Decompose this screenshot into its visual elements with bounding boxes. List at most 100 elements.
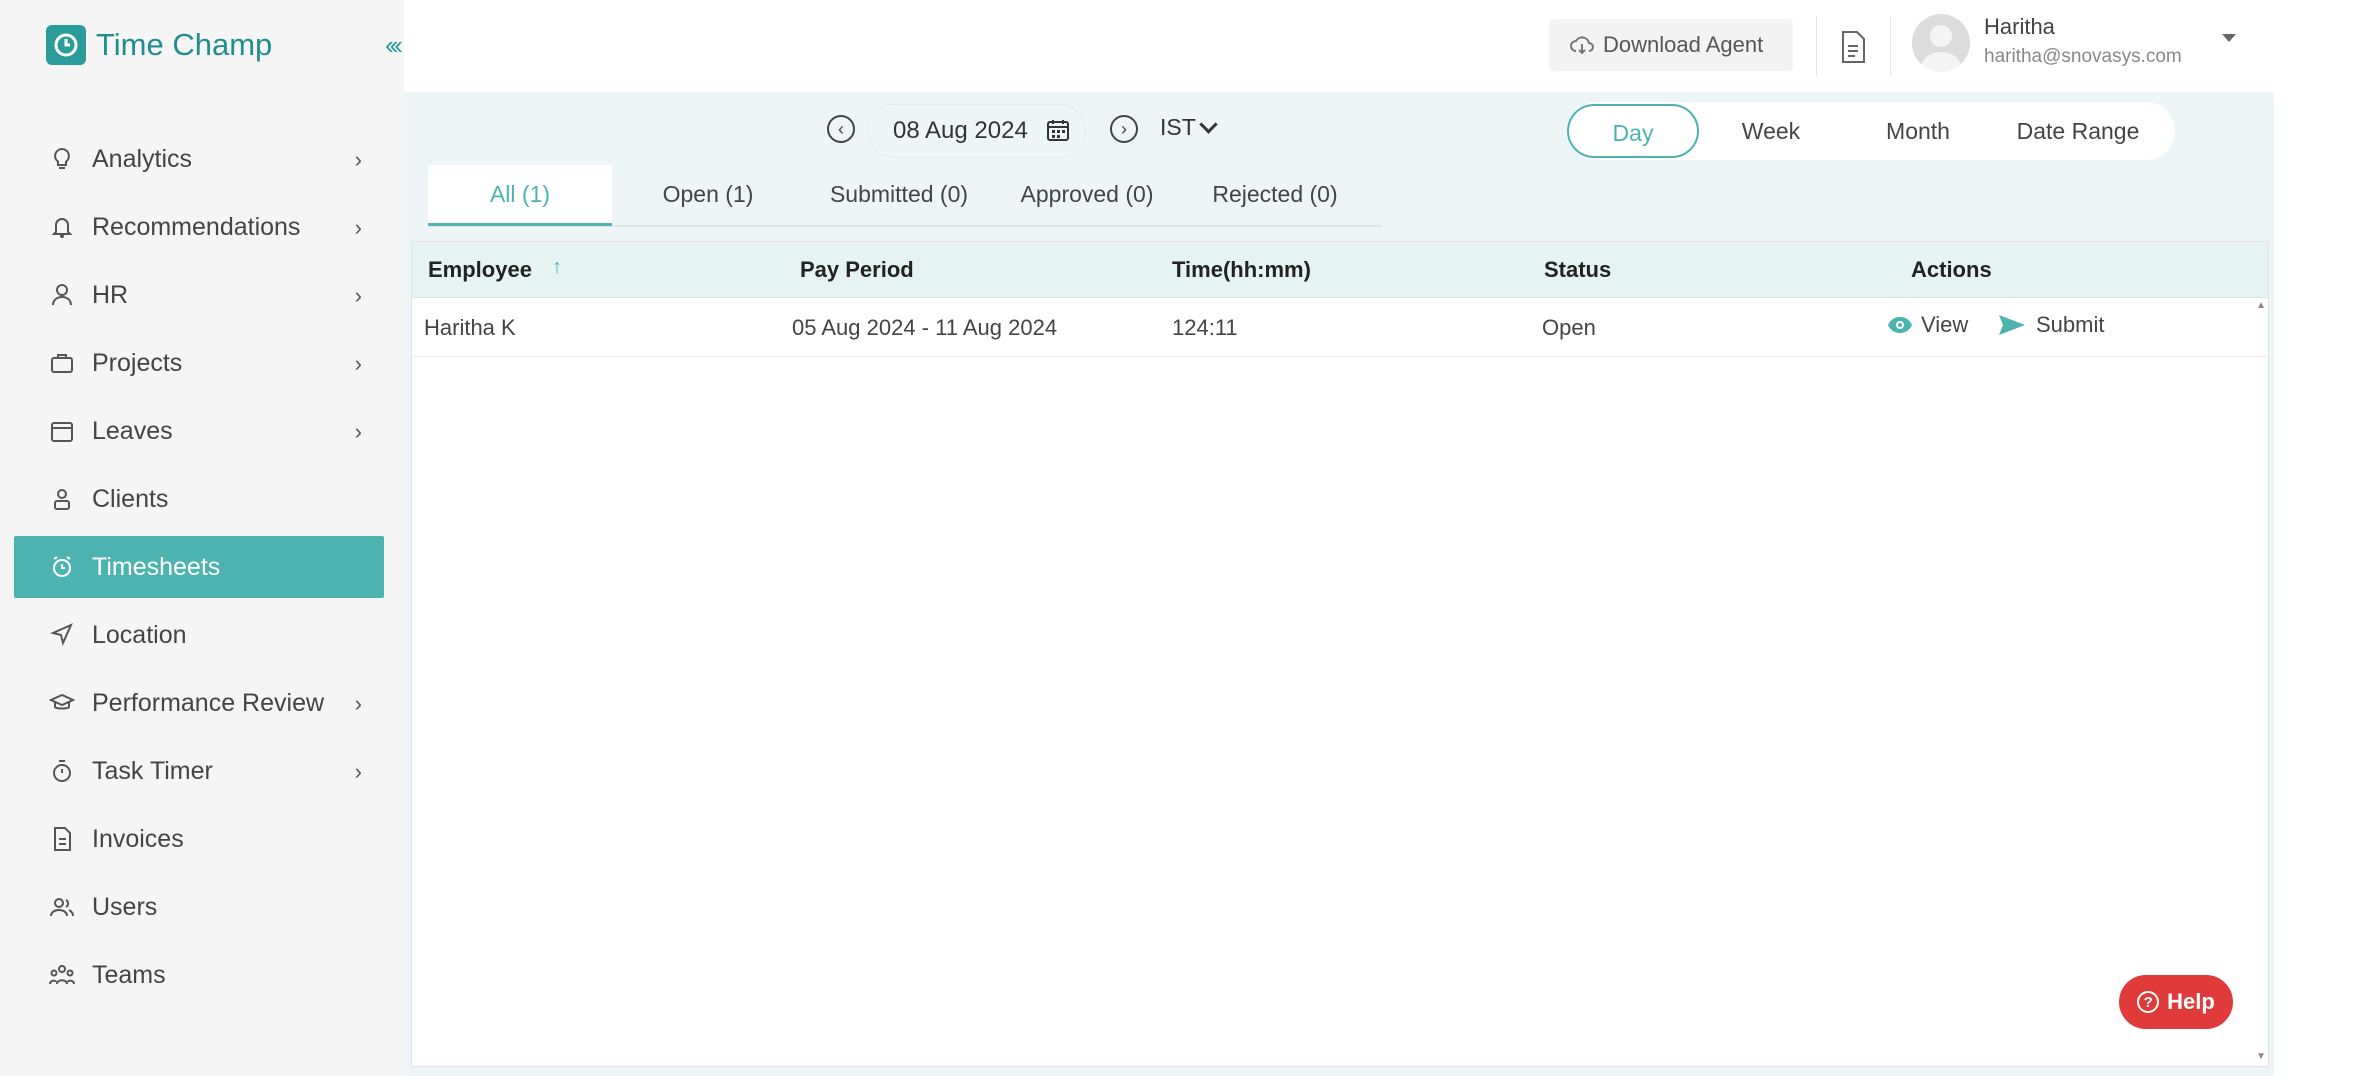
header-divider: [1890, 16, 1891, 76]
stopwatch-icon: [48, 757, 76, 785]
sidebar-item-label: Task Timer: [92, 756, 213, 785]
question-icon: ?: [2137, 991, 2160, 1013]
range-date-range-button[interactable]: Date Range: [1993, 118, 2163, 145]
cell-employee: Haritha K: [424, 315, 516, 340]
status-tabs: All (1) Open (1) Submitted (0) Approved …: [428, 165, 1382, 227]
timezone-select[interactable]: IST: [1160, 114, 1218, 141]
range-day-button[interactable]: Day: [1567, 104, 1699, 158]
sidebar-item-teams[interactable]: Teams: [14, 944, 384, 1006]
sort-ascending-icon[interactable]: ↑: [552, 256, 562, 279]
right-margin: [2274, 0, 2377, 1076]
sidebar-item-analytics[interactable]: Analytics ›: [14, 128, 384, 190]
sidebar-item-recommendations[interactable]: Recommendations ›: [14, 196, 384, 258]
table-header: Employee ↑ Pay Period Time(hh:mm) Status…: [412, 242, 2268, 298]
calendar-icon: [48, 417, 76, 445]
column-header-status: Status: [1544, 257, 1612, 282]
alarm-clock-icon: [48, 553, 76, 581]
user-email: haritha@snovasys.com: [1984, 46, 2182, 67]
chevron-right-icon: ›: [354, 283, 362, 308]
view-label: View: [1921, 312, 1969, 337]
help-label: Help: [2167, 989, 2215, 1014]
cell-time: 124:11: [1172, 315, 1238, 340]
download-agent-label: Download Agent: [1603, 32, 1764, 57]
app-logo[interactable]: Time Champ: [46, 24, 272, 66]
collapse-sidebar-icon[interactable]: ‹‹‹: [385, 30, 403, 60]
help-button[interactable]: ? Help: [2119, 975, 2233, 1029]
sidebar-item-timesheets[interactable]: Timesheets: [14, 536, 384, 598]
sidebar-item-clients[interactable]: Clients: [14, 468, 384, 530]
scroll-down-arrow-icon[interactable]: ▼: [2256, 1051, 2266, 1062]
sidebar-item-invoices[interactable]: Invoices: [14, 808, 384, 870]
users-icon: [48, 893, 76, 921]
tab-approved[interactable]: Approved (0): [994, 165, 1180, 223]
range-week-button[interactable]: Week: [1699, 118, 1843, 145]
person-icon: [48, 281, 76, 309]
sidebar: Time Champ ‹‹‹ Analytics › Recommendatio…: [0, 0, 405, 1076]
chevron-right-icon: ›: [354, 691, 362, 716]
tab-open[interactable]: Open (1): [612, 165, 804, 223]
sidebar-item-hr[interactable]: HR ›: [14, 264, 384, 326]
range-month-button[interactable]: Month: [1843, 118, 1993, 145]
timesheet-table: Employee ↑ Pay Period Time(hh:mm) Status…: [411, 241, 2269, 1067]
chevron-right-icon: ›: [354, 215, 362, 240]
scroll-up-arrow-icon[interactable]: ▲: [2256, 300, 2266, 311]
column-header-employee[interactable]: Employee: [428, 257, 532, 283]
document-icon[interactable]: [1838, 30, 1868, 64]
table-row: Haritha K 05 Aug 2024 - 11 Aug 2024 124:…: [412, 298, 2268, 357]
sidebar-item-label: Clients: [92, 484, 169, 513]
chevron-right-icon: ›: [1121, 118, 1127, 139]
sidebar-item-label: Invoices: [92, 824, 184, 853]
chevron-left-icon: ‹: [838, 118, 844, 139]
chevron-right-icon: ›: [354, 351, 362, 376]
cloud-download-icon: [1570, 36, 1594, 55]
navigation-icon: [48, 621, 76, 649]
sidebar-item-label: HR: [92, 280, 129, 309]
avatar[interactable]: [1912, 14, 1970, 72]
sidebar-item-label: Recommendations: [92, 212, 301, 241]
invoice-icon: [48, 825, 76, 853]
tab-submitted[interactable]: Submitted (0): [804, 165, 994, 223]
submit-button[interactable]: Submit: [1998, 312, 2104, 338]
eye-icon: [1888, 317, 1912, 333]
sidebar-item-label: Analytics: [92, 144, 193, 173]
send-icon: [1999, 315, 2025, 335]
cell-status: Open: [1542, 315, 1596, 340]
teams-icon: [48, 961, 76, 989]
sidebar-item-label: Teams: [92, 960, 166, 989]
column-header-time: Time(hh:mm): [1172, 257, 1311, 282]
sidebar-item-label: Users: [92, 892, 158, 921]
chevron-right-icon: ›: [354, 419, 362, 444]
graduation-cap-icon: [48, 689, 76, 717]
sidebar-item-leaves[interactable]: Leaves ›: [14, 400, 384, 462]
cell-pay-period: 05 Aug 2024 - 11 Aug 2024: [792, 315, 1058, 340]
bell-icon: [48, 213, 76, 241]
client-icon: [48, 485, 76, 513]
sidebar-nav: Analytics › Recommendations › HR › Proje…: [14, 128, 384, 1012]
user-menu-caret-icon[interactable]: [2222, 34, 2236, 42]
sidebar-item-projects[interactable]: Projects ›: [14, 332, 384, 394]
chevron-right-icon: ›: [354, 147, 362, 172]
previous-date-button[interactable]: ‹: [827, 115, 855, 143]
tab-rejected[interactable]: Rejected (0): [1180, 165, 1370, 223]
sidebar-item-label: Location: [92, 620, 187, 649]
sidebar-item-users[interactable]: Users: [14, 876, 384, 938]
briefcase-icon: [48, 349, 76, 377]
user-name: Haritha: [1984, 14, 2055, 39]
date-picker[interactable]: 08 Aug 2024: [868, 104, 1086, 158]
sidebar-item-location[interactable]: Location: [14, 604, 384, 666]
top-header: Download Agent Haritha haritha@snovasys.…: [404, 0, 2274, 93]
sidebar-item-performance-review[interactable]: Performance Review ›: [14, 672, 384, 734]
calendar-icon: [1047, 120, 1069, 141]
download-agent-button[interactable]: Download Agent: [1549, 19, 1793, 71]
tab-all[interactable]: All (1): [428, 165, 612, 226]
app-name: Time Champ: [96, 27, 273, 62]
next-date-button[interactable]: ›: [1110, 115, 1138, 143]
sidebar-item-label: Timesheets: [92, 552, 221, 581]
column-header-actions: Actions: [1911, 257, 1992, 282]
sidebar-item-label: Leaves: [92, 416, 173, 445]
chevron-right-icon: ›: [354, 759, 362, 784]
timezone-value: IST: [1160, 114, 1196, 140]
sidebar-item-task-timer[interactable]: Task Timer ›: [14, 740, 384, 802]
date-range-toggle: Day Week Month Date Range: [1567, 102, 2175, 160]
view-button[interactable]: View: [1887, 312, 1968, 338]
